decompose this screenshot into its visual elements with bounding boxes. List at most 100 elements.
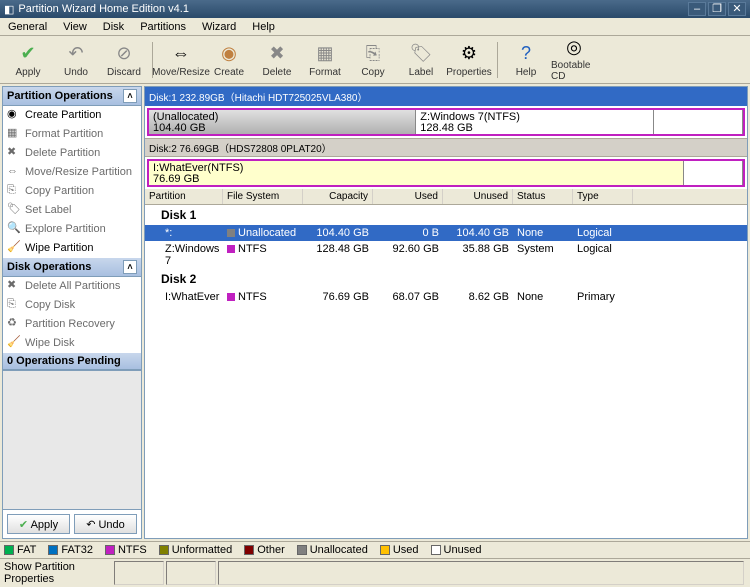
properties-icon: ⚙ [457,41,481,65]
copy-icon: ⎘ [361,41,385,65]
op-moveresize-partition[interactable]: ⇔Move/Resize Partition [3,163,141,182]
app-icon: ◧ [4,3,14,16]
fs-color-icon [227,293,235,301]
discard-button[interactable]: ⊘Discard [100,38,148,82]
pending-list [3,370,141,509]
partition-grid: Disk 1 *: Unallocated 104.40 GB 0 B 104.… [145,205,747,538]
legend-used: Used [380,544,419,556]
fs-color-icon [227,229,235,237]
sidebar: Partition Operations ˄ ◉Create Partition… [2,86,142,539]
menu-view[interactable]: View [55,19,95,35]
check-icon: ✔ [16,41,40,65]
delete-icon: ✖ [265,41,289,65]
maximize-button[interactable]: ❐ [708,2,726,16]
op-format-partition[interactable]: ▦Format Partition [3,125,141,144]
status-bar: Show Partition Properties [0,558,750,587]
moveresize-button[interactable]: ⇔Move/Resize [157,38,205,82]
menu-disk[interactable]: Disk [95,19,132,35]
partition-row-windows7[interactable]: Z:Windows 7 NTFS 128.48 GB 92.60 GB 35.8… [145,241,747,269]
resize-icon: ⇔ [7,165,21,179]
op-wipe-partition[interactable]: 🧹Wipe Partition [3,239,141,258]
op-set-label[interactable]: 🏷Set Label [3,201,141,220]
legend: FAT FAT32 NTFS Unformatted Other Unalloc… [0,541,750,558]
disk2-header[interactable]: Disk:2 76.69GB（HDS72808 0PLAT20） [145,138,747,157]
col-unused[interactable]: Unused [443,189,513,204]
apply-button[interactable]: ✔Apply [4,38,52,82]
format-icon: ▦ [313,41,337,65]
op-explore-partition[interactable]: 🔍Explore Partition [3,220,141,239]
create-icon: ◉ [217,41,241,65]
col-partition[interactable]: Partition [145,189,223,204]
partition-row-whatever[interactable]: I:WhatEver NTFS 76.69 GB 68.07 GB 8.62 G… [145,289,747,305]
partition-ops-header: Partition Operations ˄ [3,87,141,106]
collapse-icon[interactable]: ˄ [123,89,137,103]
sidebar-undo-button[interactable]: ↶ Undo [74,514,137,534]
discard-icon: ⊘ [112,41,136,65]
col-filesystem[interactable]: File System [223,189,303,204]
format-button[interactable]: ▦Format [301,38,349,82]
col-used[interactable]: Used [373,189,443,204]
op-delete-partition[interactable]: ✖Delete Partition [3,144,141,163]
swatch-icon [380,545,390,555]
disk2-seg-empty[interactable] [684,161,743,185]
op-partition-recovery[interactable]: ♻Partition Recovery [3,315,141,334]
op-wipe-disk[interactable]: 🧹Wipe Disk [3,334,141,353]
label-button[interactable]: 🏷Label [397,38,445,82]
help-button[interactable]: ?Help [502,38,550,82]
menu-help[interactable]: Help [244,19,283,35]
legend-unformatted: Unformatted [159,544,233,556]
window-titlebar: ◧ Partition Wizard Home Edition v4.1 – ❐… [0,0,750,18]
window-title: Partition Wizard Home Edition v4.1 [18,3,686,15]
col-type[interactable]: Type [573,189,633,204]
disk1-seg-windows7[interactable]: Z:Windows 7(NTFS) 128.48 GB [416,110,654,134]
disk1-seg-empty[interactable] [654,110,743,134]
minimize-button[interactable]: – [688,2,706,16]
disk1-title[interactable]: Disk 1 [145,205,747,225]
content-area: Disk:1 232.89GB（Hitachi HDT725025VLA380）… [144,86,748,539]
op-create-partition[interactable]: ◉Create Partition [3,106,141,125]
grid-header: Partition File System Capacity Used Unus… [145,189,747,205]
col-status[interactable]: Status [513,189,573,204]
undo-button[interactable]: ↶Undo [52,38,100,82]
swatch-icon [297,545,307,555]
col-capacity[interactable]: Capacity [303,189,373,204]
disk2-bar: I:WhatEver(NTFS) 76.69 GB [147,159,745,187]
disk2-title[interactable]: Disk 2 [145,269,747,289]
status-cell [218,561,744,585]
op-copy-disk[interactable]: ⎘Copy Disk [3,296,141,315]
disk1-bar: (Unallocated) 104.40 GB Z:Windows 7(NTFS… [147,108,745,136]
wipe-icon: 🧹 [7,336,21,350]
copy-icon: ⎘ [7,184,21,198]
copy-icon: ⎘ [7,298,21,312]
delete-icon: ✖ [7,279,21,293]
properties-button[interactable]: ⚙Properties [445,38,493,82]
collapse-icon[interactable]: ˄ [123,260,137,274]
pending-header: 0 Operations Pending [3,353,141,370]
toolbar: ✔Apply ↶Undo ⊘Discard ⇔Move/Resize ◉Crea… [0,36,750,84]
op-delete-all[interactable]: ✖Delete All Partitions [3,277,141,296]
delete-icon: ✖ [7,146,21,160]
disk2-seg-whatever[interactable]: I:WhatEver(NTFS) 76.69 GB [149,161,684,185]
legend-unallocated: Unallocated [297,544,368,556]
disk1-header[interactable]: Disk:1 232.89GB（Hitachi HDT725025VLA380） [145,87,747,106]
op-copy-partition[interactable]: ⎘Copy Partition [3,182,141,201]
bootable-cd-button[interactable]: ◎Bootable CD [550,38,598,82]
sidebar-apply-button[interactable]: ✔ Apply [7,514,70,534]
disk1-seg-unallocated[interactable]: (Unallocated) 104.40 GB [149,110,416,134]
undo-icon: ↶ [64,41,88,65]
swatch-icon [105,545,115,555]
copy-button[interactable]: ⎘Copy [349,38,397,82]
status-cell [166,561,216,585]
help-icon: ? [514,41,538,65]
swatch-icon [244,545,254,555]
close-button[interactable]: ✕ [728,2,746,16]
menu-wizard[interactable]: Wizard [194,19,244,35]
legend-fat32: FAT32 [48,544,93,556]
menu-partitions[interactable]: Partitions [132,19,194,35]
menu-general[interactable]: General [0,19,55,35]
partition-row-unallocated[interactable]: *: Unallocated 104.40 GB 0 B 104.40 GB N… [145,225,747,241]
create-button[interactable]: ◉Create [205,38,253,82]
explore-icon: 🔍 [7,222,21,236]
status-text: Show Partition Properties [4,561,114,585]
delete-button[interactable]: ✖Delete [253,38,301,82]
